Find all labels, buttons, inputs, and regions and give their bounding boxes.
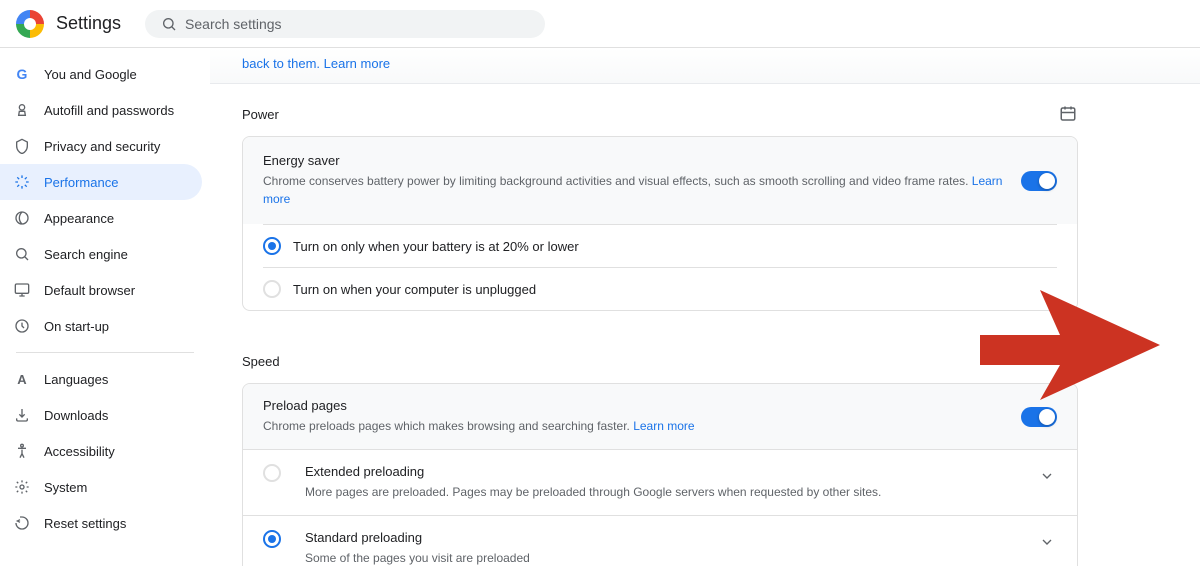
energy-saver-desc-text: Chrome conserves battery power by limiti…	[263, 174, 972, 188]
preload-standard-left: Standard preloading Some of the pages yo…	[263, 530, 1025, 566]
top-link-area[interactable]: back to them. Learn more	[210, 48, 1200, 84]
sidebar-divider	[16, 352, 194, 353]
power-section-header: Power	[242, 84, 1078, 136]
performance-icon	[12, 172, 32, 192]
radio-circle-unplugged	[263, 280, 281, 298]
sidebar-label-you-google: You and Google	[44, 67, 137, 82]
energy-saver-desc: Chrome conserves battery power by limiti…	[263, 172, 1021, 208]
radio-circle-standard	[263, 530, 281, 548]
sidebar-label-reset: Reset settings	[44, 516, 126, 531]
preload-desc-text: Chrome preloads pages which makes browsi…	[263, 419, 633, 433]
preload-standard-text: Standard preloading Some of the pages yo…	[305, 530, 530, 566]
sidebar-item-appearance[interactable]: Appearance	[0, 200, 202, 236]
radio-circle-extended	[263, 464, 281, 482]
chevron-extended-icon	[1037, 466, 1057, 486]
speed-title: Speed	[242, 354, 280, 369]
sidebar-item-accessibility[interactable]: Accessibility	[0, 433, 202, 469]
sidebar-label-search-engine: Search engine	[44, 247, 128, 262]
sidebar-item-reset[interactable]: Reset settings	[0, 505, 202, 541]
search-engine-icon	[12, 244, 32, 264]
sidebar-item-languages[interactable]: A Languages	[0, 361, 202, 397]
search-icon	[161, 16, 177, 32]
radio-label-battery-20: Turn on only when your battery is at 20%…	[293, 239, 579, 254]
preload-extended-desc: More pages are preloaded. Pages may be p…	[305, 483, 881, 501]
preload-extended-left: Extended preloading More pages are prelo…	[263, 464, 1025, 501]
preload-header-row: Preload pages Chrome preloads pages whic…	[243, 384, 1077, 449]
sidebar-item-search-engine[interactable]: Search engine	[0, 236, 202, 272]
power-title: Power	[242, 107, 279, 122]
sidebar-label-languages: Languages	[44, 372, 108, 387]
radio-label-unplugged: Turn on when your computer is unplugged	[293, 282, 536, 297]
chevron-standard-icon	[1037, 532, 1057, 552]
preload-standard-title: Standard preloading	[305, 530, 530, 545]
speed-section: Speed Preload pages Chrome preloads page…	[242, 331, 1078, 566]
sidebar-label-appearance: Appearance	[44, 211, 114, 226]
you-google-icon: G	[12, 64, 32, 84]
preload-learn-more[interactable]: Learn more	[633, 419, 694, 433]
default-browser-icon	[12, 280, 32, 300]
search-bar[interactable]	[145, 10, 545, 38]
preload-desc: Chrome preloads pages which makes browsi…	[263, 417, 1021, 435]
preload-header-text: Preload pages Chrome preloads pages whic…	[263, 398, 1021, 435]
top-bar: Settings	[0, 0, 1200, 48]
sidebar: G You and Google Autofill and passwords …	[0, 48, 210, 566]
preload-extended-title: Extended preloading	[305, 464, 881, 479]
sidebar-item-you-google[interactable]: G You and Google	[0, 56, 202, 92]
power-card: Energy saver Chrome conserves battery po…	[242, 136, 1078, 311]
speed-info-icon[interactable]	[1058, 351, 1078, 371]
reset-icon	[12, 513, 32, 533]
sidebar-label-downloads: Downloads	[44, 408, 108, 423]
energy-saver-title: Energy saver	[263, 153, 1021, 168]
sidebar-label-accessibility: Accessibility	[44, 444, 115, 459]
sidebar-item-privacy[interactable]: Privacy and security	[0, 128, 202, 164]
preload-title: Preload pages	[263, 398, 1021, 413]
sidebar-item-default-browser[interactable]: Default browser	[0, 272, 202, 308]
on-startup-icon	[12, 316, 32, 336]
top-link-text: back to them. Learn more	[242, 56, 390, 71]
preload-card: Preload pages Chrome preloads pages whic…	[242, 383, 1078, 566]
downloads-icon	[12, 405, 32, 425]
search-input[interactable]	[185, 16, 529, 32]
energy-saver-row: Energy saver Chrome conserves battery po…	[243, 137, 1077, 224]
sidebar-label-privacy: Privacy and security	[44, 139, 160, 154]
power-info-icon[interactable]	[1058, 104, 1078, 124]
preload-extended-option[interactable]: Extended preloading More pages are prelo…	[243, 449, 1077, 515]
sidebar-label-on-startup: On start-up	[44, 319, 109, 334]
radio-battery-20[interactable]: Turn on only when your battery is at 20%…	[243, 225, 1077, 267]
sidebar-label-autofill: Autofill and passwords	[44, 103, 174, 118]
chrome-logo	[16, 10, 44, 38]
sidebar-label-default-browser: Default browser	[44, 283, 135, 298]
sidebar-item-system[interactable]: System	[0, 469, 202, 505]
privacy-icon	[12, 136, 32, 156]
sidebar-item-autofill[interactable]: Autofill and passwords	[0, 92, 202, 128]
main-layout: G You and Google Autofill and passwords …	[0, 48, 1200, 566]
accessibility-icon	[12, 441, 32, 461]
preload-standard-desc: Some of the pages you visit are preloade…	[305, 549, 530, 566]
radio-circle-battery-20	[263, 237, 281, 255]
app-title: Settings	[56, 13, 121, 34]
sidebar-item-on-startup[interactable]: On start-up	[0, 308, 202, 344]
preload-standard-option[interactable]: Standard preloading Some of the pages yo…	[243, 515, 1077, 566]
sidebar-item-performance[interactable]: Performance	[0, 164, 202, 200]
content-inner: Power Energy saver Chrome conserves batt…	[210, 84, 1110, 566]
speed-section-header: Speed	[242, 331, 1078, 383]
content-area: back to them. Learn more Power Energy sa…	[210, 48, 1200, 566]
energy-saver-text: Energy saver Chrome conserves battery po…	[263, 153, 1021, 208]
preload-extended-text: Extended preloading More pages are prelo…	[305, 464, 881, 501]
sidebar-label-system: System	[44, 480, 87, 495]
energy-saver-toggle[interactable]	[1021, 171, 1057, 191]
system-icon	[12, 477, 32, 497]
autofill-icon	[12, 100, 32, 120]
languages-icon: A	[12, 369, 32, 389]
appearance-icon	[12, 208, 32, 228]
sidebar-item-downloads[interactable]: Downloads	[0, 397, 202, 433]
preload-toggle[interactable]	[1021, 407, 1057, 427]
sidebar-label-performance: Performance	[44, 175, 118, 190]
radio-unplugged[interactable]: Turn on when your computer is unplugged	[243, 268, 1077, 310]
